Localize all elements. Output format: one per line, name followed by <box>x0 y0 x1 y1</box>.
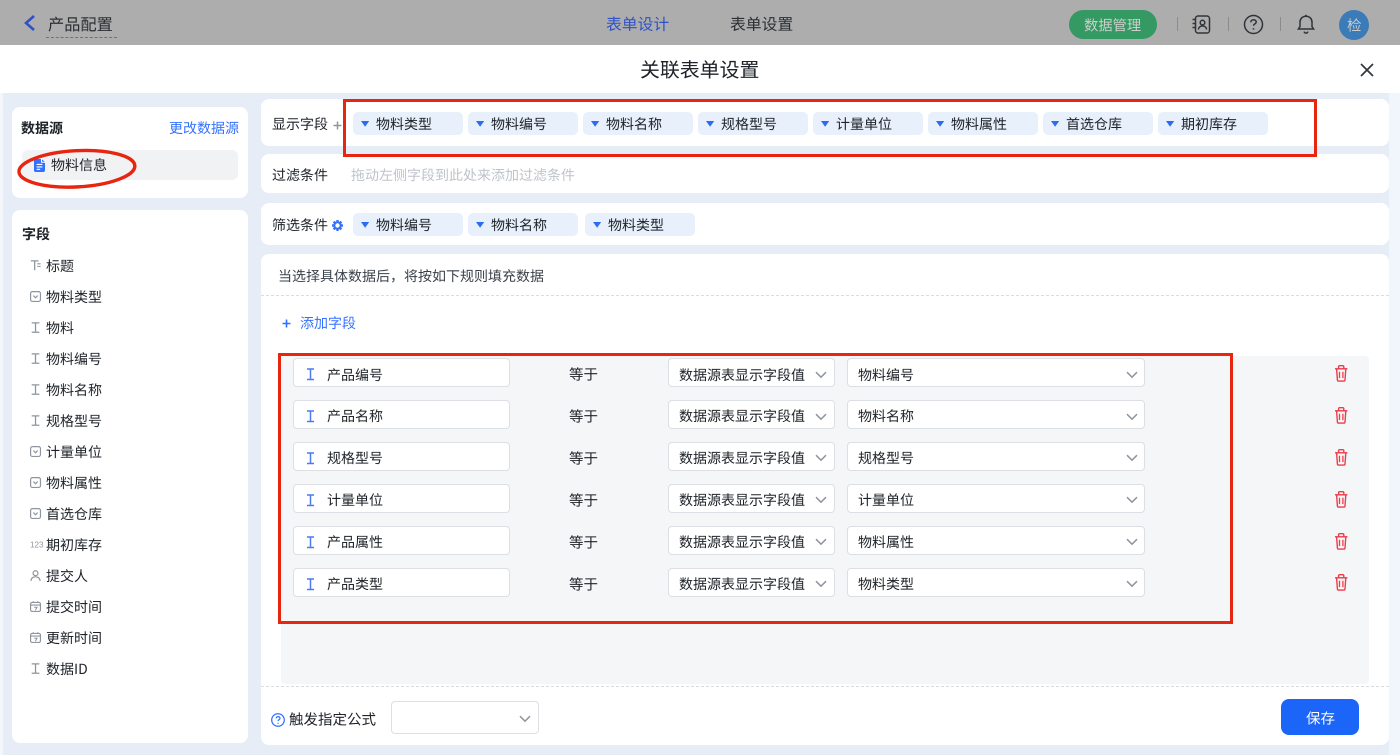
svg-text:123: 123 <box>30 540 44 549</box>
